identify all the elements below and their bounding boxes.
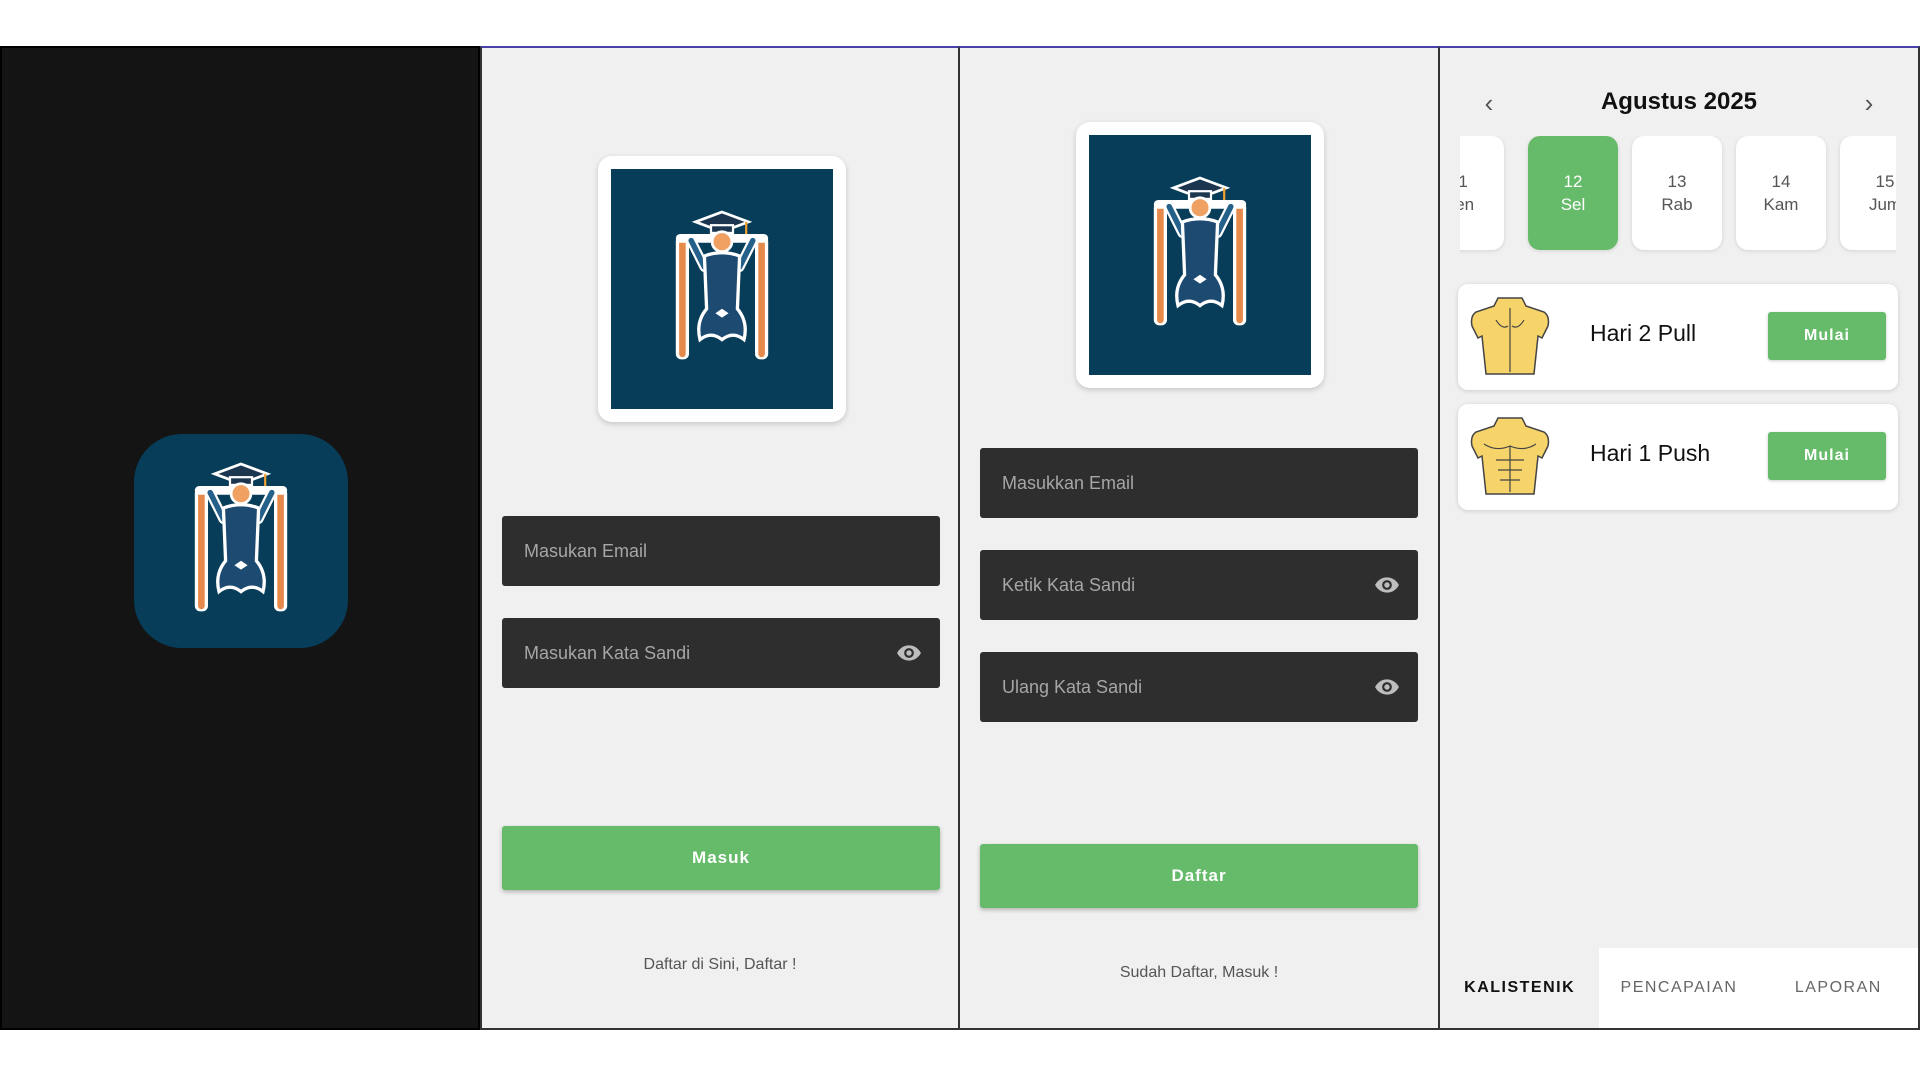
login-link[interactable]: Sudah Daftar, Masuk ! [960,964,1438,982]
home-screen: ‹ Agustus 2025 › 11 Sen 12 Sel 13 Rab 14… [1438,46,1920,1030]
day-item-selected[interactable]: 12 Sel [1528,136,1618,250]
password-field[interactable]: Ketik Kata Sandi [980,550,1418,620]
tab-pencapaian[interactable]: PENCAPAIAN [1599,948,1759,1028]
day-date: 14 [1771,172,1791,191]
tab-kalistenik[interactable]: KALISTENIK [1440,948,1600,1028]
app-logo-icon [134,434,348,648]
day-item[interactable]: 11 Sen [1460,136,1504,250]
register-link[interactable]: Daftar di Sini, Daftar ! [482,956,958,974]
app-logo-icon [611,169,833,409]
email-field[interactable]: Masukkan Email [980,448,1418,518]
month-title: Agustus 2025 [1600,88,1758,115]
email-placeholder: Masukan Email [524,540,648,561]
workout-card[interactable]: Hari 2 Pull Mulai [1458,284,1898,390]
day-item[interactable]: 13 Rab [1632,136,1722,250]
register-logo-card [1076,122,1324,388]
splash-screen [0,46,480,1030]
password-field[interactable]: Masukan Kata Sandi [502,618,940,688]
password-placeholder: Ketik Kata Sandi [1002,574,1136,595]
day-item[interactable]: 15 Jum [1840,136,1896,250]
day-date: 13 [1667,172,1687,191]
day-weekday: Sel [1560,195,1586,214]
workout-name: Hari 1 Push [1590,440,1711,466]
start-button[interactable]: Mulai [1768,312,1886,360]
day-strip[interactable]: 11 Sen 12 Sel 13 Rab 14 Kam 15 Jum [1460,136,1896,254]
email-placeholder: Masukkan Email [1002,472,1135,493]
back-torso-icon [1468,296,1552,378]
day-date: 15 [1875,172,1895,191]
bottom-nav: KALISTENIK PENCAPAIAN LAPORAN [1440,948,1918,1028]
eye-icon[interactable] [1372,674,1402,700]
email-field[interactable]: Masukan Email [502,516,940,586]
confirm-password-placeholder: Ulang Kata Sandi [1002,676,1143,697]
day-weekday: Rab [1661,195,1693,214]
day-date: 12 [1563,172,1583,191]
chevron-right-icon[interactable]: › [1854,88,1884,118]
confirm-password-field[interactable]: Ulang Kata Sandi [980,652,1418,722]
register-screen: Masukkan Email Ketik Kata Sandi Ulang Ka… [958,46,1440,1030]
app-logo-icon [1089,135,1311,375]
eye-icon[interactable] [894,640,924,666]
day-weekday: Kam [1763,195,1799,214]
screens-strip: Masukan Email Masukan Kata Sandi Masuk D… [0,46,1920,1030]
day-item[interactable]: 14 Kam [1736,136,1826,250]
register-button[interactable]: Daftar [980,844,1418,908]
login-screen: Masukan Email Masukan Kata Sandi Masuk D… [480,46,960,1030]
day-weekday: Sen [1460,195,1475,214]
login-logo-card [598,156,846,422]
tab-laporan[interactable]: LAPORAN [1758,948,1918,1028]
chest-torso-icon [1468,416,1552,498]
day-weekday: Jum [1868,195,1896,214]
start-button[interactable]: Mulai [1768,432,1886,480]
login-button[interactable]: Masuk [502,826,940,890]
day-date: 11 [1460,170,1468,193]
calendar-header: ‹ Agustus 2025 › [1440,82,1918,122]
password-placeholder: Masukan Kata Sandi [524,642,691,663]
workout-name: Hari 2 Pull [1590,320,1697,346]
eye-icon[interactable] [1372,572,1402,598]
workout-card[interactable]: Hari 1 Push Mulai [1458,404,1898,510]
